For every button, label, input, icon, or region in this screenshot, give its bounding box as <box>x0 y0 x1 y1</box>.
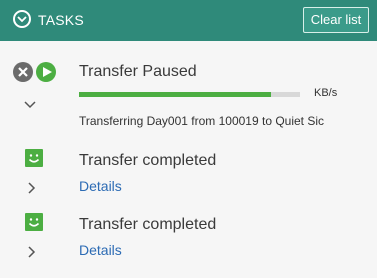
transfer-speed: KB/s <box>314 87 338 99</box>
chevron-right-icon[interactable] <box>28 245 36 263</box>
clear-list-button[interactable]: Clear list <box>303 7 369 33</box>
progress-fill <box>79 92 272 97</box>
smiley-icon <box>25 149 43 167</box>
smiley-icon <box>25 213 43 231</box>
task-title: Transfer completed <box>79 216 217 233</box>
details-link[interactable]: Details <box>79 178 122 194</box>
details-link[interactable]: Details <box>79 242 122 258</box>
header-title: TASKS <box>38 12 84 28</box>
task-title: Transfer Paused <box>79 63 197 80</box>
task-title: Transfer completed <box>79 152 217 169</box>
progress-bar <box>79 92 300 97</box>
tasks-header: TASKS Clear list <box>0 0 377 41</box>
transfer-detail: Transferring Day001 from 100019 to Quiet… <box>79 114 325 128</box>
chevron-down-icon[interactable] <box>24 96 36 114</box>
tasks-panel: TASKS Clear list Transfer Paused KB/s Tr… <box>0 0 377 278</box>
play-circle-icon[interactable] <box>36 62 56 82</box>
chevron-right-icon[interactable] <box>28 181 36 199</box>
chevron-down-circle-icon[interactable] <box>13 10 31 28</box>
close-circle-icon[interactable] <box>13 62 33 82</box>
